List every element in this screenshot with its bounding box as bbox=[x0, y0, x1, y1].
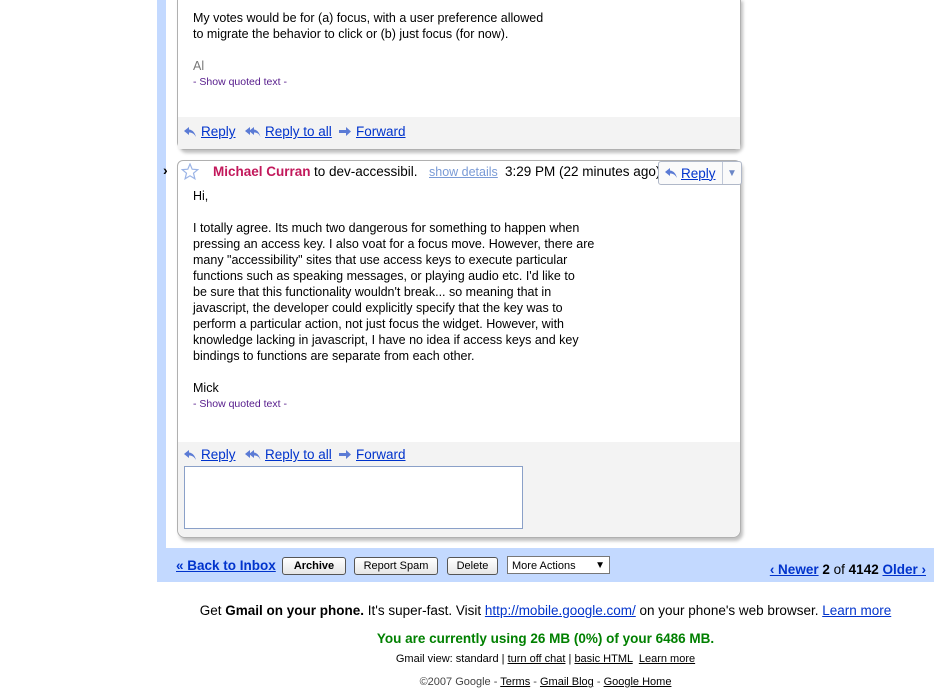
mobile-promo: Get Gmail on your phone. It's super-fast… bbox=[157, 603, 934, 618]
promo-super-fast: It's super-fast. Visit bbox=[364, 603, 485, 618]
reply-action[interactable]: Reply bbox=[183, 124, 236, 139]
terms-link[interactable]: Terms bbox=[500, 676, 530, 688]
chevron-down-icon: ▼ bbox=[727, 167, 737, 179]
reply-button-label: Reply bbox=[681, 165, 716, 181]
reply-options-dropdown[interactable]: ▼ bbox=[722, 162, 741, 184]
body-line: be sure that this functionality wouldn't… bbox=[193, 285, 552, 299]
body-line: perform a particular action, not just fo… bbox=[193, 317, 565, 331]
message-card-2: Michael Curran to dev-accessibil. show d… bbox=[177, 160, 742, 538]
message-time: 3:29 PM (22 minutes ago) bbox=[505, 164, 661, 179]
promo-gmail-phone: Gmail on your phone. bbox=[225, 603, 365, 618]
forward-icon bbox=[339, 449, 351, 459]
promo-browser: on your phone's web browser. bbox=[635, 603, 823, 618]
of-label: of bbox=[833, 562, 845, 577]
forward-link[interactable]: Forward bbox=[356, 124, 406, 139]
reply-all-icon bbox=[245, 126, 261, 137]
promo-get: Get bbox=[199, 603, 222, 618]
reply-icon bbox=[184, 126, 196, 137]
current-message-marker-icon: › bbox=[163, 162, 168, 178]
body-line: javascript, the developer could explicit… bbox=[193, 301, 563, 315]
body-line: many "accessibility" sites that use acce… bbox=[193, 253, 568, 267]
total-count: 4142 bbox=[848, 562, 879, 577]
reply-all-action[interactable]: Reply to all bbox=[245, 124, 332, 139]
reply-button[interactable]: Reply ▼ bbox=[658, 161, 742, 185]
body-line: functions such as speaking messages, or … bbox=[193, 269, 575, 283]
forward-link[interactable]: Forward bbox=[356, 447, 406, 462]
back-to-inbox-link[interactable]: « Back to Inbox bbox=[176, 558, 276, 573]
body-line: I totally agree. Its much two dangerous … bbox=[193, 221, 580, 235]
copyright-bar: ©2007 Google - Terms - Gmail Blog - Goog… bbox=[419, 676, 672, 688]
view-learn-more-link[interactable]: Learn more bbox=[639, 653, 695, 665]
forward-action[interactable]: Forward bbox=[338, 447, 406, 462]
reply-icon bbox=[184, 449, 196, 460]
mobile-url-link[interactable]: http://mobile.google.com/ bbox=[485, 603, 636, 618]
bottom-action-bar: « Back to Inbox Archive Report Spam Dele… bbox=[166, 548, 934, 582]
report-spam-button[interactable]: Report Spam bbox=[354, 557, 438, 575]
show-details-link[interactable]: show details bbox=[429, 165, 498, 179]
reply-link[interactable]: Reply bbox=[201, 124, 236, 139]
promo-learn-more-link[interactable]: Learn more bbox=[822, 603, 891, 618]
body-line: My votes would be for (a) focus, with a … bbox=[193, 11, 544, 25]
reply-all-icon bbox=[245, 449, 261, 460]
signature: Al bbox=[193, 59, 205, 73]
body-line: knowledge lacking in javascript, I have … bbox=[193, 333, 579, 347]
reply-link[interactable]: Reply bbox=[201, 447, 236, 462]
more-actions-select[interactable]: More Actions ▼ bbox=[507, 556, 610, 574]
message-body: My votes would be for (a) focus, with a … bbox=[193, 10, 633, 90]
message-body: Hi, I totally agree. Its much two danger… bbox=[193, 188, 633, 412]
star-icon[interactable] bbox=[181, 163, 199, 180]
reply-all-link[interactable]: Reply to all bbox=[265, 124, 332, 139]
recipient: to dev-accessibil. bbox=[314, 164, 418, 179]
archive-button[interactable]: Archive bbox=[282, 557, 346, 575]
message-card-1: My votes would be for (a) focus, with a … bbox=[177, 0, 741, 150]
dropdown-arrow-icon: ▼ bbox=[595, 560, 605, 571]
older-link[interactable]: Older › bbox=[882, 562, 926, 577]
view-options: Gmail view: standard | turn off chat | b… bbox=[395, 653, 696, 665]
view-label: Gmail view: standard | bbox=[395, 653, 505, 665]
forward-icon bbox=[339, 126, 351, 136]
show-quoted-text-link[interactable]: - Show quoted text - bbox=[193, 74, 633, 90]
current-index: 2 bbox=[822, 562, 830, 577]
quick-reply-textbox[interactable] bbox=[184, 466, 523, 529]
copyright: ©2007 Google - bbox=[419, 676, 498, 688]
reply-icon bbox=[665, 168, 677, 178]
reply-action[interactable]: Reply bbox=[183, 447, 236, 462]
basic-html-link[interactable]: basic HTML bbox=[574, 653, 632, 665]
reply-all-action[interactable]: Reply to all bbox=[245, 447, 332, 462]
forward-action[interactable]: Forward bbox=[338, 124, 406, 139]
gmail-blog-link[interactable]: Gmail Blog bbox=[540, 676, 594, 688]
more-actions-value: More Actions bbox=[512, 560, 576, 572]
body-line: bindings to functions are separate from … bbox=[193, 349, 475, 363]
greeting: Hi, bbox=[193, 189, 209, 203]
newer-link[interactable]: ‹ Newer bbox=[770, 562, 819, 577]
show-quoted-text-link[interactable]: - Show quoted text - bbox=[193, 396, 633, 412]
signature: Mick bbox=[193, 381, 219, 395]
storage-usage: You are currently using 26 MB (0%) of yo… bbox=[376, 631, 715, 646]
message-header: Michael Curran to dev-accessibil. show d… bbox=[178, 161, 742, 185]
sender-name[interactable]: Michael Curran bbox=[213, 164, 311, 179]
google-home-link[interactable]: Google Home bbox=[604, 676, 672, 688]
body-line: to migrate the behavior to click or (b) … bbox=[193, 27, 509, 41]
message-actions: Reply Reply to all Forward bbox=[178, 117, 740, 149]
reply-all-link[interactable]: Reply to all bbox=[265, 447, 332, 462]
body-line: pressing an access key. I also voat for … bbox=[193, 237, 595, 251]
delete-button[interactable]: Delete bbox=[447, 557, 498, 575]
pagination: ‹ Newer 2 of 4142 Older › bbox=[770, 562, 926, 577]
turn-off-chat-link[interactable]: turn off chat bbox=[508, 653, 566, 665]
